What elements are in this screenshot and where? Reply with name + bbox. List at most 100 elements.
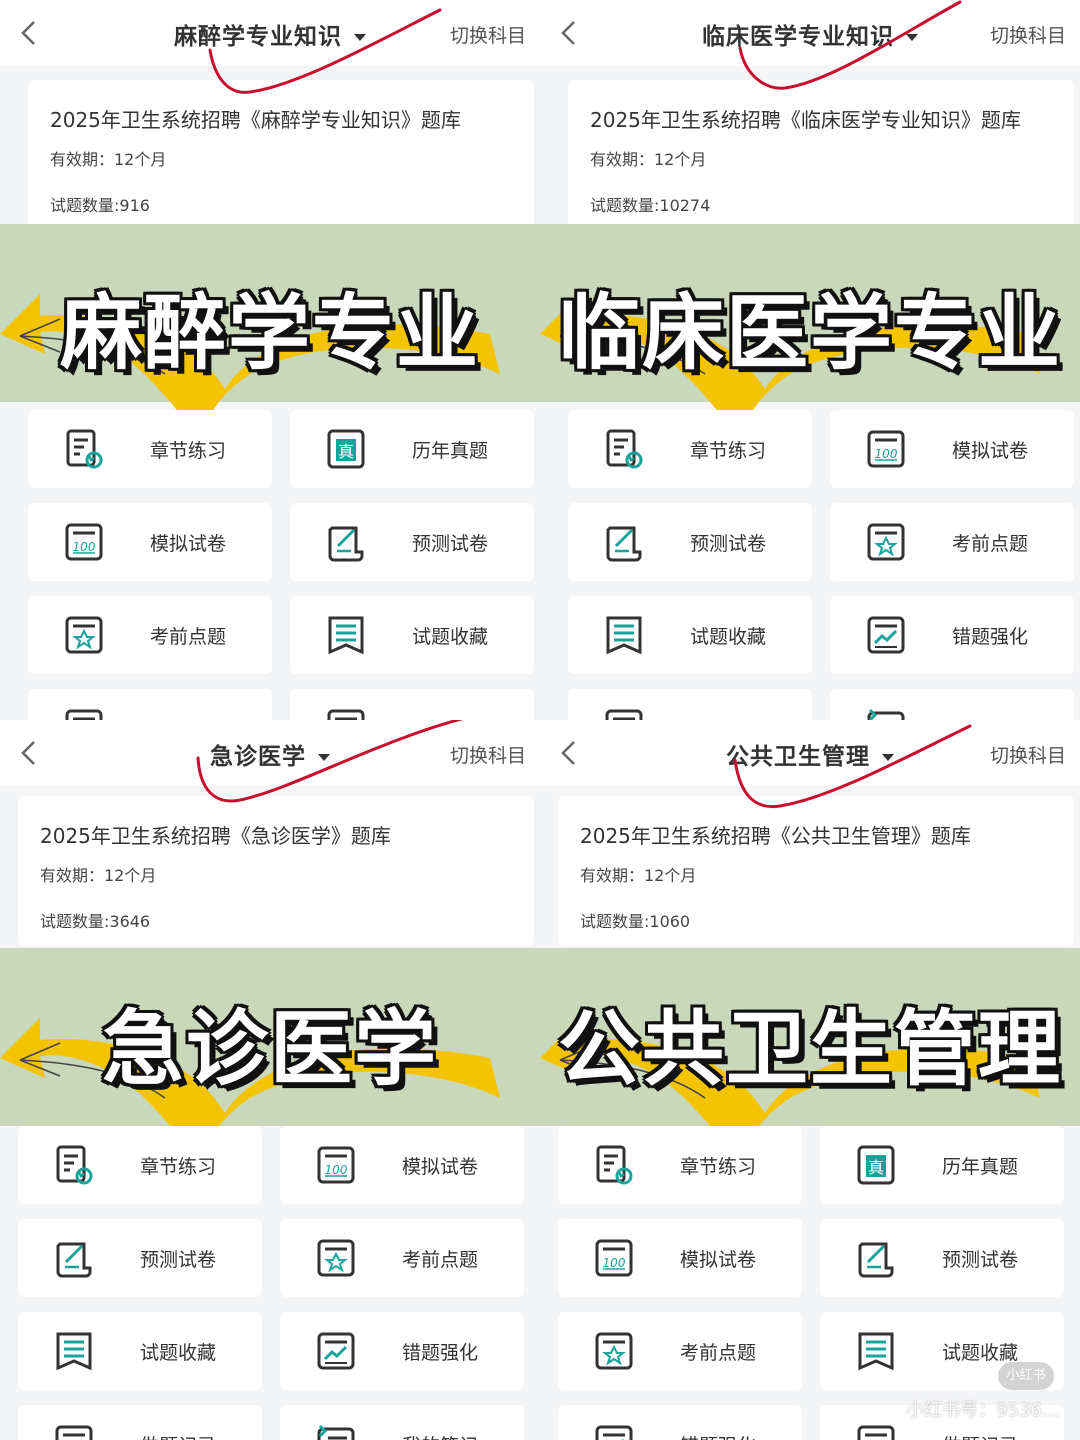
- feature-tile-label: 章节练习: [680, 1156, 757, 1178]
- top-bar: 麻醉学专业知识 切换科目: [0, 0, 540, 66]
- banner-title: 麻醉学专业: [59, 286, 480, 381]
- svg-text:100: 100: [603, 1256, 626, 1270]
- feature-tile-label: 我的笔记: [402, 1431, 478, 1440]
- question-bank-title: 2025年卫生系统招聘《公共卫生管理》题库: [580, 824, 971, 848]
- feature-tile[interactable]: 真 历年真题: [820, 1126, 1064, 1204]
- record-icon: [857, 1425, 895, 1440]
- feature-tile-label: 错题强化: [680, 1431, 756, 1440]
- feature-tile[interactable]: 预测试卷: [568, 503, 812, 581]
- chapter-practice-icon: [596, 1145, 633, 1185]
- feature-tile[interactable]: 预测试卷: [820, 1219, 1064, 1297]
- switch-subject-button[interactable]: 切换科目: [990, 741, 1066, 768]
- feature-tile-label: 试题收藏: [140, 1342, 217, 1364]
- xiaohongshu-logo: 小红书: [998, 1362, 1054, 1390]
- record-icon: [55, 1425, 93, 1440]
- pre-exam-star-icon: [65, 616, 103, 654]
- feature-tile-label: 历年真题: [942, 1156, 1019, 1178]
- banner-title: 急诊医学: [101, 1002, 438, 1097]
- feature-tile[interactable]: 考前点题: [280, 1219, 524, 1297]
- wrong-question-icon: [317, 1332, 355, 1370]
- feature-tile[interactable]: 100 模拟试卷: [830, 410, 1074, 488]
- chapter-practice-icon: [606, 429, 643, 469]
- question-bank-title: 2025年卫生系统招聘《临床医学专业知识》题库: [590, 108, 1021, 132]
- feature-tile-label: 试题收藏: [412, 626, 489, 648]
- chapter-practice-icon: [66, 429, 103, 469]
- feature-tile[interactable]: 考前点题: [830, 503, 1074, 581]
- switch-subject-button[interactable]: 切换科目: [450, 21, 526, 48]
- feature-tile[interactable]: 我的笔记: [280, 1405, 524, 1440]
- bookmark-icon: [328, 616, 364, 655]
- svg-text:100: 100: [875, 447, 898, 461]
- feature-tile[interactable]: 错题强化: [28, 689, 272, 720]
- question-bank-card[interactable]: 2025年卫生系统招聘《急诊医学》题库 有效期：12个月 试题数量:3646: [18, 796, 534, 946]
- feature-tile[interactable]: 做题记录: [290, 689, 534, 720]
- chevron-down-icon: [882, 754, 894, 761]
- question-bank-card[interactable]: 2025年卫生系统招聘《麻醉学专业知识》题库 有效期：12个月 试题数量:916: [28, 80, 534, 230]
- pre-exam-star-icon: [595, 1332, 633, 1370]
- feature-tile[interactable]: 100 模拟试卷: [28, 503, 272, 581]
- notes-icon: [867, 708, 905, 720]
- question-bank-card[interactable]: 2025年卫生系统招聘《临床医学专业知识》题库 有效期：12个月 试题数量:10…: [568, 80, 1074, 230]
- chevron-down-icon: [354, 34, 366, 41]
- mock-paper-icon: 100: [595, 1239, 633, 1277]
- bookmark-icon: [858, 1332, 894, 1371]
- question-bank-title: 2025年卫生系统招聘《麻醉学专业知识》题库: [50, 108, 461, 132]
- feature-tile[interactable]: 预测试卷: [18, 1219, 262, 1297]
- feature-tile[interactable]: 章节练习: [28, 410, 272, 488]
- feature-tile-label: 预测试卷: [412, 533, 489, 555]
- bookmark-icon: [56, 1332, 92, 1371]
- feature-tile[interactable]: 真 历年真题: [290, 410, 534, 488]
- wrong-question-icon: [65, 709, 103, 720]
- wrong-question-icon: [595, 1425, 633, 1440]
- panel-public-health-management: 公共卫生管理 切换科目 2025年卫生系统招聘《公共卫生管理》题库 有效期：12…: [540, 720, 1080, 1440]
- feature-tile-label: 预测试卷: [690, 533, 767, 555]
- record-icon: [605, 709, 643, 720]
- question-count: 试题数量:10274: [590, 196, 711, 215]
- svg-text:真: 真: [338, 442, 354, 461]
- question-bank-card[interactable]: 2025年卫生系统招聘《公共卫生管理》题库 有效期：12个月 试题数量:1060: [558, 796, 1074, 946]
- feature-tile-label: 章节练习: [150, 440, 227, 462]
- feature-tile[interactable]: 试题收藏: [568, 596, 812, 674]
- feature-tile[interactable]: 预测试卷: [290, 503, 534, 581]
- feature-tile-label: 模拟试卷: [150, 533, 227, 555]
- switch-subject-button[interactable]: 切换科目: [450, 741, 526, 768]
- switch-subject-button[interactable]: 切换科目: [990, 21, 1066, 48]
- top-bar: 公共卫生管理 切换科目: [540, 720, 1080, 786]
- feature-tile-label: 做题记录: [942, 1431, 1018, 1440]
- feature-tile[interactable]: 章节练习: [568, 410, 812, 488]
- feature-tile[interactable]: 试题收藏: [290, 596, 534, 674]
- feature-tile-label: 试题收藏: [942, 1342, 1019, 1364]
- panel-anesthesiology: 麻醉学专业知识 切换科目 2025年卫生系统招聘《麻醉学专业知识》题库 有效期：…: [0, 0, 540, 720]
- record-icon: [327, 709, 365, 720]
- notes-icon: [317, 1424, 355, 1440]
- feature-tile[interactable]: 考前点题: [28, 596, 272, 674]
- feature-tile[interactable]: 章节练习: [18, 1126, 262, 1204]
- feature-tile[interactable]: 试题收藏: [18, 1312, 262, 1390]
- feature-tile[interactable]: 100 模拟试卷: [558, 1219, 802, 1297]
- feature-tile[interactable]: 错题强化: [558, 1405, 802, 1440]
- feature-tile[interactable]: 错题强化: [830, 596, 1074, 674]
- forecast-paper-icon: [858, 1242, 894, 1278]
- feature-tile-label: 考前点题: [952, 533, 1029, 555]
- feature-tile[interactable]: 错题强化: [280, 1312, 524, 1390]
- feature-tile-label: 模拟试卷: [402, 1156, 479, 1178]
- forecast-paper-icon: [606, 526, 642, 562]
- feature-tile[interactable]: 做题记录: [18, 1405, 262, 1440]
- feature-tile[interactable]: 100 模拟试卷: [280, 1126, 524, 1204]
- svg-text:100: 100: [325, 1163, 348, 1177]
- question-count: 试题数量:916: [50, 196, 150, 215]
- feature-tile-label: 考前点题: [680, 1342, 757, 1364]
- feature-tile[interactable]: 做题记录: [568, 689, 812, 720]
- subject-title: 急诊医学: [210, 744, 306, 770]
- wrong-question-icon: [867, 616, 905, 654]
- feature-tile-label: 章节练习: [690, 440, 767, 462]
- feature-tile-label: 模拟试卷: [680, 1249, 757, 1271]
- chevron-down-icon: [318, 754, 330, 761]
- feature-tile-label: 错题强化: [402, 1342, 479, 1364]
- feature-tile[interactable]: 考前点题: [558, 1312, 802, 1390]
- watermark-text: 小红书号：9536…: [906, 1400, 1060, 1421]
- feature-tile[interactable]: 我的笔记: [830, 689, 1074, 720]
- feature-tile[interactable]: 章节练习: [558, 1126, 802, 1204]
- past-exam-icon: 真: [327, 429, 365, 469]
- validity-period: 有效期：12个月: [580, 866, 697, 885]
